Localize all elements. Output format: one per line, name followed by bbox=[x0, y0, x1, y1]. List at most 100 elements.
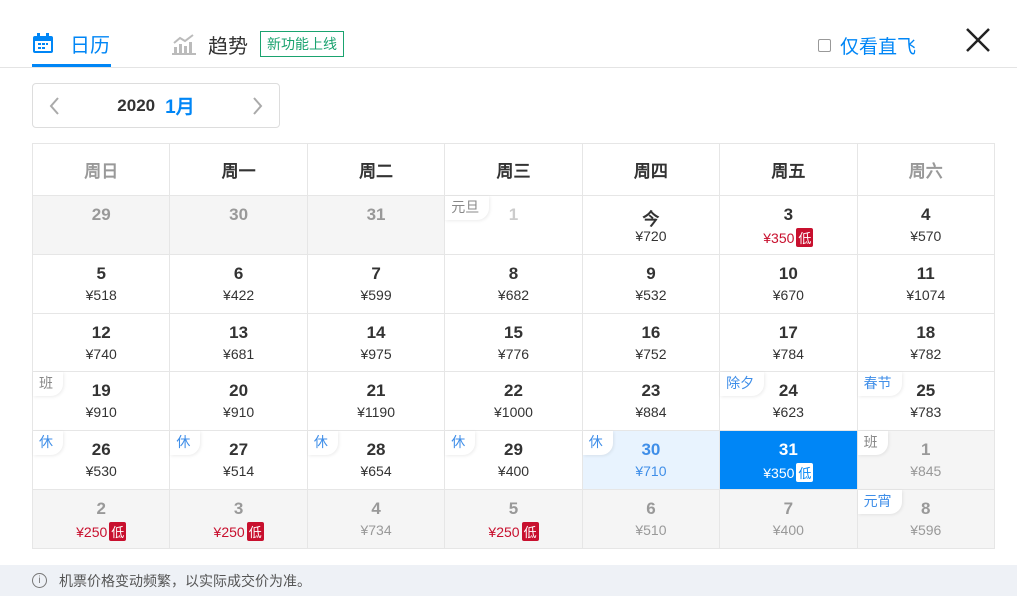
day-number: 30 bbox=[170, 205, 306, 227]
day-price-row: ¥250低 bbox=[170, 522, 306, 541]
day-price: ¥681 bbox=[223, 346, 254, 362]
day-cell[interactable]: 4¥570 bbox=[858, 196, 995, 255]
day-price-row: ¥975 bbox=[308, 346, 444, 362]
day-price-row: ¥250低 bbox=[445, 522, 581, 541]
day-price: ¥623 bbox=[773, 404, 804, 420]
weekday-header: 周三 bbox=[445, 144, 582, 196]
day-cell[interactable]: 21¥1190 bbox=[308, 372, 445, 431]
day-number: 31 bbox=[720, 440, 856, 462]
day-cell[interactable]: 31 bbox=[308, 196, 445, 255]
day-price: ¥350 bbox=[763, 230, 794, 246]
day-cell[interactable]: 13¥681 bbox=[170, 314, 307, 373]
day-price: ¥710 bbox=[635, 463, 666, 479]
new-feature-badge: 新功能上线 bbox=[260, 31, 344, 57]
year-label: 2020 bbox=[117, 96, 155, 116]
day-price-row: ¥654 bbox=[308, 463, 444, 479]
day-cell[interactable]: 20¥910 bbox=[170, 372, 307, 431]
day-number: 2 bbox=[33, 499, 169, 521]
day-price-row: ¥734 bbox=[308, 522, 444, 538]
day-cell[interactable]: 6¥510 bbox=[583, 490, 720, 549]
day-cell[interactable]: 休30¥710 bbox=[583, 431, 720, 490]
day-price: ¥654 bbox=[360, 463, 391, 479]
day-cell[interactable]: 29 bbox=[33, 196, 170, 255]
day-price: ¥740 bbox=[86, 346, 117, 362]
day-price-row: ¥681 bbox=[170, 346, 306, 362]
day-price-row: ¥682 bbox=[445, 287, 581, 303]
day-price-row: ¥1190 bbox=[308, 404, 444, 420]
day-price: ¥250 bbox=[488, 524, 519, 540]
day-cell[interactable]: 15¥776 bbox=[445, 314, 582, 373]
day-price-row: ¥1000 bbox=[445, 404, 581, 420]
day-cell[interactable]: 4¥734 bbox=[308, 490, 445, 549]
day-price-row: ¥400 bbox=[445, 463, 581, 479]
day-cell[interactable]: 22¥1000 bbox=[445, 372, 582, 431]
day-price-row: ¥752 bbox=[583, 346, 719, 362]
day-price-row: ¥530 bbox=[33, 463, 169, 479]
day-cell[interactable]: 7¥400 bbox=[720, 490, 857, 549]
day-price: ¥422 bbox=[223, 287, 254, 303]
day-cell[interactable]: 元旦1 bbox=[445, 196, 582, 255]
day-number: 5 bbox=[33, 264, 169, 286]
holiday-tag: 班 bbox=[33, 372, 63, 396]
close-icon[interactable] bbox=[964, 26, 992, 54]
day-cell[interactable]: 元宵8¥596 bbox=[858, 490, 995, 549]
day-cell[interactable]: 12¥740 bbox=[33, 314, 170, 373]
day-cell[interactable]: 5¥518 bbox=[33, 255, 170, 314]
day-cell[interactable]: 3¥350低 bbox=[720, 196, 857, 255]
day-price: ¥518 bbox=[86, 287, 117, 303]
day-cell[interactable]: 11¥1074 bbox=[858, 255, 995, 314]
day-price: ¥720 bbox=[635, 228, 666, 244]
direct-only-checkbox[interactable] bbox=[818, 39, 831, 52]
tab-trend[interactable]: 趋势 新功能上线 bbox=[172, 28, 344, 60]
calendar-grid: 周日周一周二周三周四周五周六293031元旦1今¥7203¥350低4¥5705… bbox=[32, 143, 995, 549]
day-price: ¥910 bbox=[86, 404, 117, 420]
chevron-left-icon[interactable] bbox=[45, 96, 65, 116]
day-cell[interactable]: 3¥250低 bbox=[170, 490, 307, 549]
day-cell[interactable]: 17¥784 bbox=[720, 314, 857, 373]
day-cell[interactable]: 18¥782 bbox=[858, 314, 995, 373]
day-cell[interactable]: 今¥720 bbox=[583, 196, 720, 255]
day-cell[interactable]: 休27¥514 bbox=[170, 431, 307, 490]
day-price-row: ¥570 bbox=[858, 228, 994, 244]
day-price: ¥530 bbox=[86, 463, 117, 479]
day-cell[interactable]: 班19¥910 bbox=[33, 372, 170, 431]
day-number: 21 bbox=[308, 381, 444, 403]
day-price-row: ¥623 bbox=[720, 404, 856, 420]
day-cell[interactable]: 2¥250低 bbox=[33, 490, 170, 549]
weekday-header: 周六 bbox=[858, 144, 995, 196]
day-cell[interactable]: 班1¥845 bbox=[858, 431, 995, 490]
day-cell[interactable]: 5¥250低 bbox=[445, 490, 582, 549]
day-price: ¥514 bbox=[223, 463, 254, 479]
day-price-row: ¥845 bbox=[858, 463, 994, 479]
weekday-header: 周一 bbox=[170, 144, 307, 196]
day-cell[interactable]: 春节25¥783 bbox=[858, 372, 995, 431]
day-price: ¥910 bbox=[223, 404, 254, 420]
day-price: ¥884 bbox=[635, 404, 666, 420]
day-cell[interactable]: 休29¥400 bbox=[445, 431, 582, 490]
day-cell[interactable]: 16¥752 bbox=[583, 314, 720, 373]
tab-calendar[interactable]: 日历 bbox=[32, 28, 111, 67]
day-cell[interactable]: 休26¥530 bbox=[33, 431, 170, 490]
holiday-tag: 休 bbox=[308, 431, 338, 455]
day-cell[interactable]: 9¥532 bbox=[583, 255, 720, 314]
day-number: 6 bbox=[583, 499, 719, 521]
day-cell[interactable]: 休28¥654 bbox=[308, 431, 445, 490]
day-cell[interactable]: 14¥975 bbox=[308, 314, 445, 373]
day-price: ¥400 bbox=[498, 463, 529, 479]
day-price: ¥783 bbox=[910, 404, 941, 420]
direct-only-toggle[interactable]: 仅看直飞 bbox=[818, 32, 916, 59]
day-cell[interactable]: 6¥422 bbox=[170, 255, 307, 314]
chevron-right-icon[interactable] bbox=[247, 96, 267, 116]
day-price-row: ¥710 bbox=[583, 463, 719, 479]
day-cell[interactable]: 10¥670 bbox=[720, 255, 857, 314]
day-cell[interactable]: 31¥350低 bbox=[720, 431, 857, 490]
day-price: ¥599 bbox=[360, 287, 391, 303]
calendar-icon bbox=[32, 32, 54, 54]
day-number: 20 bbox=[170, 381, 306, 403]
day-cell[interactable]: 8¥682 bbox=[445, 255, 582, 314]
day-cell[interactable]: 7¥599 bbox=[308, 255, 445, 314]
day-cell[interactable]: 除夕24¥623 bbox=[720, 372, 857, 431]
day-cell[interactable]: 23¥884 bbox=[583, 372, 720, 431]
day-cell[interactable]: 30 bbox=[170, 196, 307, 255]
day-price: ¥510 bbox=[635, 522, 666, 538]
